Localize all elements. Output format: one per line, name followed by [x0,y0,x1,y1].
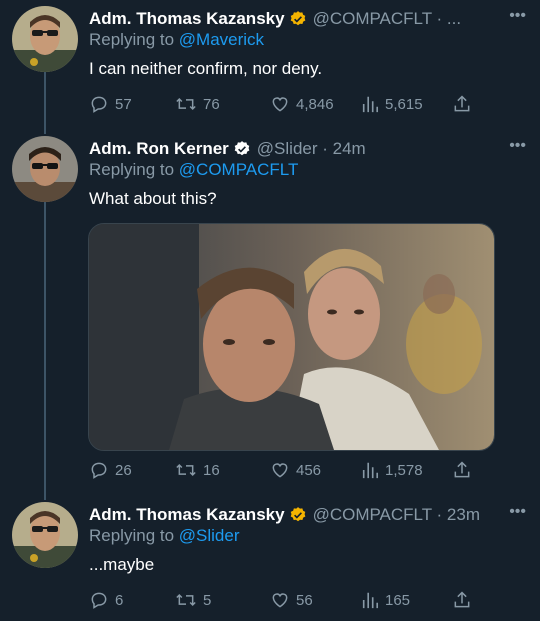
views-button[interactable]: 5,615 [361,94,423,114]
like-count: 456 [296,461,322,479]
tweet-photo[interactable] [88,223,495,451]
tweet-actions: 57 76 4,846 5,615 [89,94,509,116]
share-icon [454,461,470,478]
share-icon [454,591,470,608]
reply-count: 6 [115,591,124,609]
more-icon[interactable]: ••• [509,8,526,24]
like-button[interactable]: 4,846 [270,94,334,114]
reply-button[interactable]: 6 [89,590,123,610]
share-button[interactable] [452,94,472,114]
tweet[interactable]: Adm. Thomas Kazansky @COMPACFLT · 23m ••… [0,496,540,621]
tweet[interactable]: Adm. Thomas Kazansky @COMPACFLT · ... ••… [0,0,540,126]
views-count: 1,578 [385,461,423,479]
retweet-button[interactable]: 16 [175,460,220,480]
views-count: 5,615 [385,95,423,113]
verified-badge-icon [289,10,307,28]
views-button[interactable]: 165 [361,590,410,610]
views-icon [362,96,379,113]
share-button[interactable] [452,460,472,480]
tweet[interactable]: Adm. Ron Kerner @Slider · 24m ••• Replyi… [0,130,540,490]
tweet-actions: 26 16 456 1,578 [89,460,509,482]
reply-icon [91,592,107,609]
reply-icon [91,462,107,479]
retweet-icon [176,593,196,607]
retweet-icon [176,97,196,111]
verified-badge-icon [289,506,307,524]
tweet-text: ...maybe [89,555,155,574]
author-handle[interactable]: @COMPACFLT · 23m [313,505,480,525]
replying-to: Replying to @COMPACFLT [89,160,298,180]
replying-to-label: Replying to [89,526,179,545]
author-handle[interactable]: @COMPACFLT · ... [313,9,462,29]
like-count: 4,846 [296,95,334,113]
heart-icon [272,593,288,608]
author-name[interactable]: Adm. Ron Kerner [89,139,229,159]
share-icon [454,95,470,112]
reply-mention-link[interactable]: @Slider [179,526,240,545]
views-button[interactable]: 1,578 [361,460,423,480]
reply-icon [91,96,107,113]
author-name[interactable]: Adm. Thomas Kazansky [89,505,285,525]
reply-count: 57 [115,95,132,113]
more-icon[interactable]: ••• [509,504,526,520]
views-icon [362,462,379,479]
avatar[interactable] [12,6,78,72]
views-count: 165 [385,591,411,609]
replying-to: Replying to @Slider [89,526,240,546]
avatar[interactable] [12,502,78,568]
author-name[interactable]: Adm. Thomas Kazansky [89,9,285,29]
reply-mention-link[interactable]: @Maverick [179,30,264,49]
share-button[interactable] [452,590,472,610]
reply-count: 26 [115,461,132,479]
heart-icon [272,97,288,112]
like-button[interactable]: 456 [270,460,321,480]
replying-to: Replying to @Maverick [89,30,264,50]
avatar[interactable] [12,136,78,202]
views-icon [362,592,379,609]
retweet-button[interactable]: 76 [175,94,220,114]
heart-icon [272,463,288,478]
reply-mention-link[interactable]: @COMPACFLT [179,160,299,179]
tweet-text: What about this? [89,189,217,208]
more-icon[interactable]: ••• [509,138,526,154]
tweet-actions: 6 5 56 165 [89,590,509,612]
reply-button[interactable]: 26 [89,460,132,480]
retweet-count: 76 [203,95,220,113]
verified-badge-icon [233,140,251,158]
replying-to-label: Replying to [89,160,179,179]
reply-button[interactable]: 57 [89,94,132,114]
replying-to-label: Replying to [89,30,179,49]
retweet-icon [176,463,196,477]
like-count: 56 [296,591,313,609]
retweet-count: 5 [203,591,212,609]
retweet-count: 16 [203,461,220,479]
author-handle[interactable]: @Slider · 24m [257,139,366,159]
tweet-text: I can neither confirm, nor deny. [89,59,323,78]
like-button[interactable]: 56 [270,590,313,610]
retweet-button[interactable]: 5 [175,590,211,610]
